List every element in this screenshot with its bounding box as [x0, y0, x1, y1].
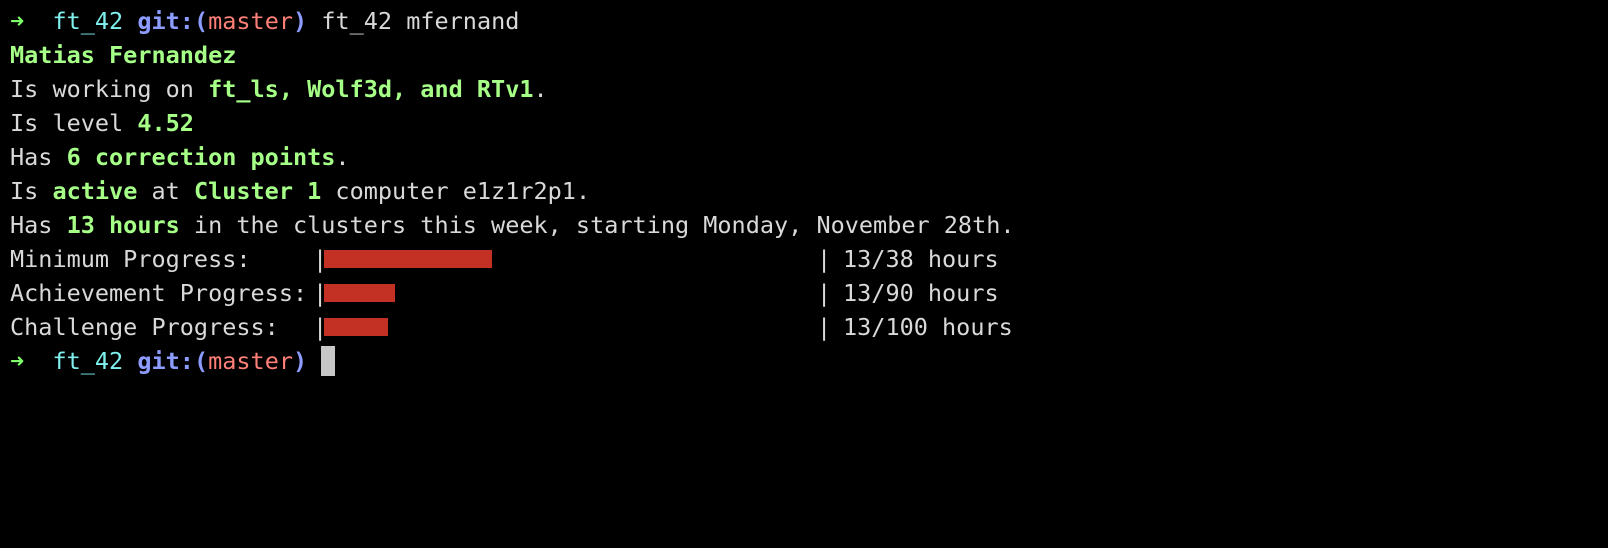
- computer-text: computer e1z1r2p1.: [321, 177, 591, 205]
- progress-row-challenge: Challenge Progress: | | 13/100 hours: [10, 310, 1598, 344]
- level-prefix: Is level: [10, 109, 138, 137]
- progress-label: Challenge Progress:: [10, 313, 279, 341]
- points-prefix: Has: [10, 143, 67, 171]
- level-line: Is level 4.52: [10, 106, 1598, 140]
- status-prefix: Is: [10, 177, 53, 205]
- projects-prefix: Is working on: [10, 75, 209, 103]
- progress-bar-fill: [324, 284, 395, 302]
- progress-value: 13/38 hours: [843, 245, 999, 273]
- status-value: active: [52, 177, 138, 205]
- progress-pipe-right: |: [817, 313, 832, 341]
- hours-suffix: in the clusters this week, starting Mond…: [179, 211, 1015, 239]
- text-cursor[interactable]: [321, 345, 336, 376]
- cluster-value: Cluster 1: [193, 177, 322, 205]
- progress-bar-fill: [324, 318, 388, 336]
- command-text: ft_42 mfernand: [321, 7, 520, 35]
- hours-line: Has 13 hours in the clusters this week, …: [10, 208, 1598, 242]
- prompt-line-current[interactable]: ➜ ft_42 git:(master): [10, 344, 1598, 378]
- progress-value: 13/90 hours: [843, 279, 999, 307]
- hours-value: 13 hours: [66, 211, 180, 239]
- progress-pipe-right: |: [817, 279, 832, 307]
- git-prefix: git:(: [137, 7, 209, 35]
- progress-value: 13/100 hours: [843, 313, 1013, 341]
- progress-bar: [324, 318, 814, 336]
- git-branch: master: [208, 7, 293, 35]
- correction-points-line: Has 6 correction points.: [10, 140, 1598, 174]
- git-prefix: git:(: [137, 347, 209, 375]
- progress-label: Minimum Progress:: [10, 245, 251, 273]
- progress-bar: [324, 284, 814, 302]
- correction-points-value: 6 correction points: [66, 143, 336, 171]
- projects-suffix: .: [533, 75, 548, 103]
- prompt-arrow-icon: ➜: [10, 7, 25, 35]
- status-mid: at: [137, 177, 194, 205]
- hours-prefix: Has: [10, 211, 67, 239]
- status-line: Is active at Cluster 1 computer e1z1r2p1…: [10, 174, 1598, 208]
- user-name: Matias Fernandez: [10, 41, 237, 69]
- progress-bar: [324, 250, 814, 268]
- terminal-window[interactable]: ➜ ft_42 git:(master) ft_42 mfernand Mati…: [0, 0, 1608, 416]
- progress-row-achievement: Achievement Progress: | | 13/90 hours: [10, 276, 1598, 310]
- prompt-directory: ft_42: [52, 7, 124, 35]
- prompt-line: ➜ ft_42 git:(master) ft_42 mfernand: [10, 4, 1598, 38]
- git-suffix: ): [293, 347, 308, 375]
- projects-line: Is working on ft_ls, Wolf3d, and RTv1.: [10, 72, 1598, 106]
- git-suffix: ): [293, 7, 308, 35]
- points-suffix: .: [335, 143, 350, 171]
- level-value: 4.52: [137, 109, 194, 137]
- user-name-line: Matias Fernandez: [10, 38, 1598, 72]
- progress-pipe-right: |: [817, 245, 832, 273]
- projects-list: ft_ls, Wolf3d, and RTv1: [208, 75, 534, 103]
- progress-bar-fill: [324, 250, 492, 268]
- git-branch: master: [208, 347, 293, 375]
- progress-row-minimum: Minimum Progress: | | 13/38 hours: [10, 242, 1598, 276]
- progress-label: Achievement Progress:: [10, 279, 308, 307]
